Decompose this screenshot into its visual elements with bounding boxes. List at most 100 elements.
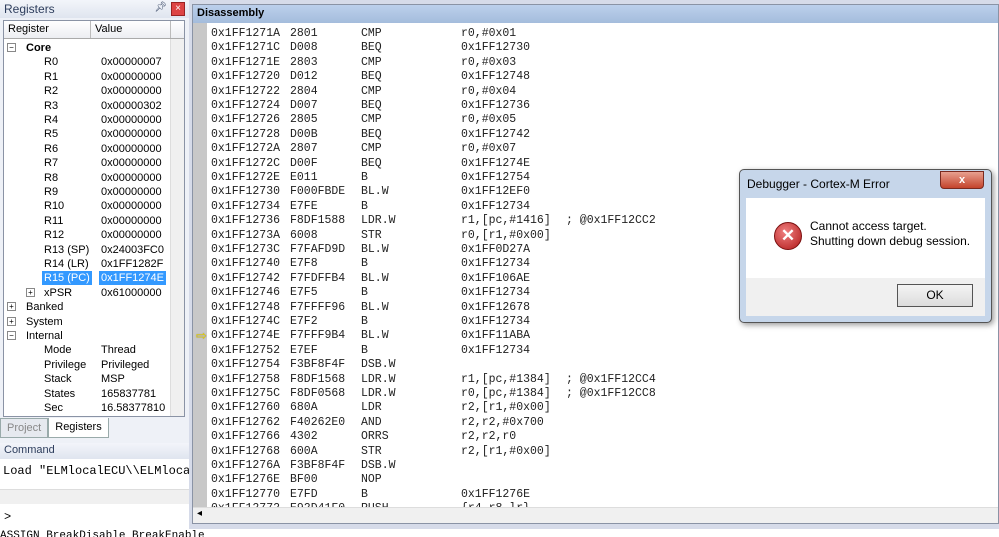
register-row[interactable]: R13 (SP) 0x24003FC0: [4, 243, 170, 257]
register-row[interactable]: R14 (LR) 0x1FF1282F: [4, 257, 170, 271]
disassembly-line[interactable]: 0x1FF12760 680A LDR r2,[r1,#0x00]: [211, 401, 971, 415]
address: 0x1FF12762: [211, 415, 281, 429]
register-row[interactable]: R6 0x00000000: [4, 142, 170, 156]
register-row[interactable]: R8 0x00000000: [4, 171, 170, 185]
disassembly-line[interactable]: 0x1FF1275C F8DF0568 LDR.W r0,[pc,#1384] ; @0…: [211, 387, 971, 401]
operands: r1,[pc,#1416]: [461, 214, 551, 228]
dialog-body: ✕ Cannot access target. Shutting down de…: [746, 198, 985, 278]
opcode: F7FDFFB4: [290, 271, 346, 285]
disassembly-line[interactable]: 0x1FF1271E 2803 CMP r0,#0x03: [211, 56, 971, 70]
disassembly-line[interactable]: 0x1FF12726 2805 CMP r0,#0x05: [211, 113, 971, 127]
expand-icon[interactable]: +: [7, 316, 16, 326]
register-row[interactable]: Stack MSP: [4, 372, 170, 386]
disassembly-line[interactable]: 0x1FF12766 4302 ORRS r2,r2,r0: [211, 430, 971, 444]
register-row[interactable]: R11 0x00000000: [4, 214, 170, 228]
disassembly-line[interactable]: 0x1FF1276A F3BF8F4F DSB.W: [211, 459, 971, 473]
opcode: F3BF8F4F: [290, 358, 346, 372]
tab-registers[interactable]: Registers: [48, 418, 109, 438]
register-row[interactable]: R2 0x00000000: [4, 84, 170, 98]
col-value[interactable]: Value: [91, 21, 171, 38]
register-row[interactable]: R10 0x00000000: [4, 199, 170, 213]
tree-scrollbar[interactable]: [170, 39, 184, 416]
expand-icon[interactable]: +: [7, 302, 16, 312]
register-row[interactable]: − Internal: [4, 329, 170, 343]
register-name: Stack: [44, 373, 72, 386]
register-row[interactable]: R9 0x00000000: [4, 185, 170, 199]
address: 0x1FF12734: [211, 199, 281, 213]
command-hscroll[interactable]: [0, 489, 189, 504]
disassembly-line[interactable]: 0x1FF1271A 2801 CMP r0,#0x01: [211, 27, 971, 41]
operands: 0x1FF12734: [461, 315, 531, 328]
opcode: D008: [290, 41, 318, 55]
register-name: Sec: [44, 402, 63, 414]
disassembly-line[interactable]: 0x1FF12720 D012 BEQ 0x1FF12748: [211, 70, 971, 84]
register-row[interactable]: R3 0x00000302: [4, 99, 170, 113]
register-name: R7: [44, 157, 59, 170]
disassembly-line[interactable]: 0x1FF1276E BF00 NOP: [211, 473, 971, 487]
register-row[interactable]: R7 0x00000000: [4, 156, 170, 170]
collapse-icon[interactable]: −: [7, 43, 16, 52]
address: 0x1FF1275C: [211, 387, 281, 400]
col-register[interactable]: Register: [4, 21, 91, 38]
register-row[interactable]: States 165837781: [4, 387, 170, 401]
opcode: E7FE: [290, 199, 318, 213]
disassembly-line[interactable]: 0x1FF12758 F8DF1568 LDR.W r1,[pc,#1384] ; @0…: [211, 373, 971, 387]
disassembly-line[interactable]: 0x1FF12754 F3BF8F4F DSB.W: [211, 358, 971, 372]
expand-icon[interactable]: +: [26, 287, 35, 297]
command-input-line[interactable]: ASSIGN BreakDisable BreakEnable: [0, 529, 999, 537]
ok-button[interactable]: OK: [897, 284, 973, 307]
register-row[interactable]: Privilege Privileged: [4, 358, 170, 372]
panel-tabs: Project Registers: [0, 418, 189, 438]
register-row[interactable]: + Banked: [4, 300, 170, 314]
register-row[interactable]: + xPSR 0x61000000: [4, 286, 170, 300]
register-row[interactable]: + System: [4, 315, 170, 329]
register-value: 16.58377810: [101, 402, 166, 414]
register-name: R9: [44, 186, 59, 198]
collapse-icon[interactable]: −: [7, 331, 16, 340]
opcode: 6008: [290, 228, 318, 242]
register-row[interactable]: Sec 16.58377810: [4, 401, 170, 415]
disassembly-line[interactable]: 0x1FF1272A 2807 CMP r0,#0x07: [211, 142, 971, 156]
mnemonic: AND: [361, 415, 382, 429]
disassembly-hscroll[interactable]: ◂: [193, 507, 998, 523]
mnemonic: BEQ: [361, 70, 382, 84]
disassembly-line[interactable]: 0x1FF1274E F7FFF9B4 BL.W 0x1FF11ABA: [211, 329, 971, 343]
opcode: F8DF1588: [290, 214, 346, 228]
register-row[interactable]: R12 0x00000000: [4, 228, 170, 242]
pin-icon[interactable]: 📌︎: [154, 2, 167, 13]
disassembly-line[interactable]: 0x1FF12770 E7FD B 0x1FF1276E: [211, 488, 971, 502]
close-panel-button[interactable]: ×: [171, 2, 185, 16]
disassembly-line[interactable]: 0x1FF1271C D008 BEQ 0x1FF12730: [211, 41, 971, 55]
disassembly-line[interactable]: 0x1FF12724 D007 BEQ 0x1FF12736: [211, 99, 971, 113]
disassembly-line[interactable]: 0x1FF12728 D00B BEQ 0x1FF12742: [211, 128, 971, 142]
opcode: F8DF0568: [290, 387, 346, 400]
register-name: Internal: [26, 330, 63, 342]
register-row[interactable]: Mode Thread: [4, 343, 170, 357]
disassembly-line[interactable]: 0x1FF12768 600A STR r2,[r1,#0x00]: [211, 445, 971, 459]
register-row[interactable]: R4 0x00000000: [4, 113, 170, 127]
operands: 0x1FF12734: [461, 343, 531, 357]
address: 0x1FF12740: [211, 257, 281, 271]
tab-project[interactable]: Project: [0, 418, 49, 438]
register-name: R10: [44, 200, 65, 213]
register-row[interactable]: R5 0x00000000: [4, 127, 170, 141]
disassembly-line[interactable]: 0x1FF12752 E7EF B 0x1FF12734: [211, 344, 971, 358]
register-row[interactable]: R15 (PC) 0x1FF1274E: [4, 271, 170, 286]
dialog-close-button[interactable]: x: [940, 171, 984, 189]
operands: r0,#0x04: [461, 84, 517, 98]
register-row[interactable]: R0 0x00000007: [4, 55, 170, 69]
address: 0x1FF1273A: [211, 228, 281, 242]
address: 0x1FF12758: [211, 372, 281, 386]
disassembly-line[interactable]: 0x1FF12722 2804 CMP r0,#0x04: [211, 85, 971, 99]
operands: 0x1FF12736: [461, 99, 531, 112]
register-row[interactable]: R1 0x00000000: [4, 70, 170, 84]
register-value: 0x00000000: [101, 85, 162, 98]
address: 0x1FF12730: [211, 185, 281, 199]
register-row[interactable]: − Core: [4, 41, 170, 55]
register-value: 0x00000000: [101, 70, 162, 83]
mnemonic: BEQ: [361, 127, 382, 141]
command-prompt[interactable]: >: [4, 510, 11, 524]
register-name: Banked: [26, 301, 64, 314]
disassembly-line[interactable]: 0x1FF12762 F40262E0 AND r2,r2,#0x700: [211, 416, 971, 430]
opcode: D00F: [290, 156, 318, 170]
